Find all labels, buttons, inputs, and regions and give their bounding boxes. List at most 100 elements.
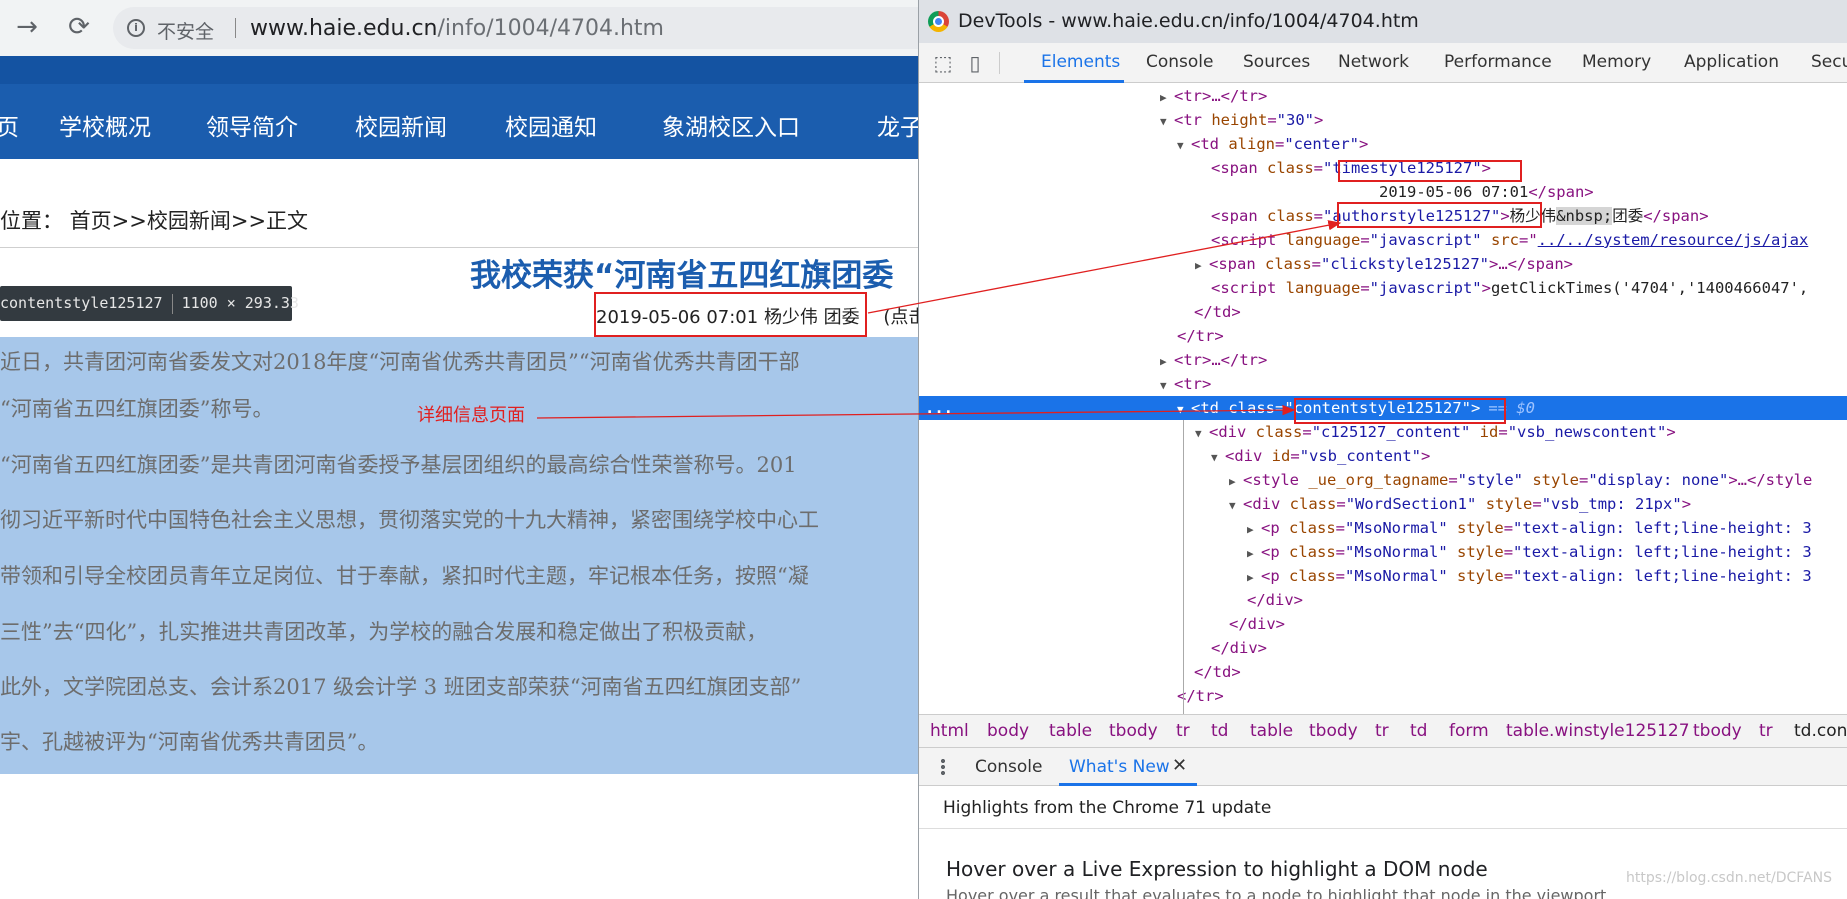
tab-elements[interactable]: Elements [1041, 52, 1120, 72]
crumb-td-selected[interactable]: td.cont [1794, 721, 1847, 741]
drawer-tab-whats-new[interactable]: What's New [1069, 757, 1170, 777]
dom-node[interactable]: ▶ <p class="MsoNormal" style="text-align:… [919, 564, 1847, 588]
crumb-table[interactable]: table [1049, 721, 1092, 741]
drawer-tab-console[interactable]: Console [975, 757, 1043, 777]
nav-item-xianghu-campus[interactable]: 象湖校区入口 [662, 108, 800, 142]
browser-page: → ⟳ i 不安全 www.haie.edu.cn/info/1004/4704… [0, 0, 918, 899]
dom-node[interactable]: ▼ <div class="WordSection1" style="vsb_tm… [919, 492, 1847, 516]
crumb-tbody[interactable]: tbody [1309, 721, 1358, 741]
highlight-timestyle [1338, 160, 1522, 182]
forward-arrow-icon[interactable]: → [12, 12, 42, 42]
dom-node[interactable]: ▶ <tr>…</tr> [919, 348, 1847, 372]
nav-item-school-overview[interactable]: 学校概况 [59, 108, 151, 142]
watermark: https://blog.csdn.net/DCFANS [1626, 870, 1833, 886]
crumb-tr[interactable]: tr [1759, 721, 1773, 741]
toolbar-separator [999, 52, 1000, 74]
dom-close-tag: </tr> [1177, 687, 1224, 705]
dom-node[interactable]: <script language="javascript">getClickTi… [919, 276, 1847, 300]
dom-close-tag: </div> [1211, 639, 1267, 657]
highlight-contentstyle [1294, 398, 1506, 424]
reload-icon[interactable]: ⟳ [64, 12, 94, 42]
dom-close-tag: </div> [1247, 591, 1303, 609]
paragraph: “河南省五四红旗团委”称号。 [0, 397, 274, 421]
insecure-label: 不安全 [157, 21, 215, 43]
crumb-winstyle-table[interactable]: table.winstyle125127 [1506, 721, 1690, 741]
dom-node[interactable]: ▶ <span class="clickstyle125127">…</span> [919, 252, 1847, 276]
active-tab-indicator [1024, 80, 1124, 83]
whats-new-subtitle: Highlights from the Chrome 71 update [943, 798, 1272, 818]
dom-node[interactable]: ▶ <tr>…</tr> [919, 84, 1847, 108]
dom-node[interactable]: ▼ <div id="vsb_content"> [919, 444, 1847, 468]
device-toggle-icon[interactable]: ▯ [963, 51, 987, 75]
crumb-tr[interactable]: tr [1375, 721, 1389, 741]
crumb-td[interactable]: td [1211, 721, 1228, 741]
whats-new-heading: Hover over a Live Expression to highligh… [946, 857, 1488, 881]
tab-console[interactable]: Console [1146, 52, 1214, 72]
crumb-table[interactable]: table [1250, 721, 1293, 741]
close-icon[interactable]: ✕ [1172, 755, 1187, 776]
dom-node[interactable]: ▶ <style _ue_org_tagname="style" style="d… [919, 468, 1847, 492]
dom-node[interactable]: ▶ <p class="MsoNormal" style="text-align:… [919, 516, 1847, 540]
nav-stripe [0, 56, 918, 84]
dom-node[interactable]: <script language="javascript" src="../..… [919, 228, 1847, 252]
crumb-tr[interactable]: tr [1176, 721, 1190, 741]
breadcrumb: 位置： 首页>>校园新闻>>正文 [0, 209, 309, 233]
tab-memory[interactable]: Memory [1582, 52, 1651, 72]
address-bar: → ⟳ i 不安全 www.haie.edu.cn/info/1004/4704… [0, 0, 918, 56]
crumb-form[interactable]: form [1449, 721, 1489, 741]
devtools-title: DevTools - www.haie.edu.cn/info/1004/470… [958, 10, 1419, 32]
site-nav-bar: 页 学校概况 领导简介 校园新闻 校园通知 象湖校区入口 龙子 [0, 56, 918, 159]
dom-close-tag: </td> [1194, 303, 1241, 321]
nav-item-leaders[interactable]: 领导简介 [206, 108, 298, 142]
paragraph: “河南省五四红旗团委”是共青团河南省委授予基层团组织的最高综合性荣誉称号。201 [0, 453, 797, 477]
crumb-tbody[interactable]: tbody [1693, 721, 1742, 741]
annotation-detail-page: 详细信息页面 [417, 405, 525, 426]
tab-performance[interactable]: Performance [1444, 52, 1552, 72]
dom-close-tag: </div> [1229, 615, 1285, 633]
crumb-td[interactable]: td [1410, 721, 1427, 741]
indent-guide [1183, 420, 1184, 714]
url-host: www.haie.edu.cn [250, 16, 438, 41]
dom-node[interactable]: ▶ <p class="MsoNormal" style="text-align:… [919, 540, 1847, 564]
whats-new-divider [919, 828, 1847, 829]
article-click-count: (点击： [883, 307, 918, 328]
crumb-body[interactable]: body [987, 721, 1029, 741]
paragraph: 带领和引导全校团员青年立足岗位、甘于奉献，紧扣时代主题，牢记根本任务，按照“凝 [0, 564, 809, 588]
url-text[interactable]: www.haie.edu.cn/info/1004/4704.htm [250, 16, 664, 41]
nav-item-campus-news[interactable]: 校园新闻 [355, 108, 447, 142]
paragraph: 彻习近平新时代中国特色社会主义思想，贯彻落实党的十九大精神，紧密围绕学校中心工 [0, 508, 819, 532]
url-path: /info/1004/4704.htm [437, 16, 664, 41]
tab-application[interactable]: Application [1684, 52, 1779, 72]
tab-sources[interactable]: Sources [1243, 52, 1310, 72]
tab-network[interactable]: Network [1338, 52, 1409, 72]
tooltip-size: 1100 × 293.33 [181, 294, 299, 312]
tab-security[interactable]: Secu [1811, 52, 1847, 72]
devtools-window: DevTools - www.haie.edu.cn/info/1004/470… [918, 0, 1847, 899]
devtools-title-bar: DevTools - www.haie.edu.cn/info/1004/470… [919, 0, 1847, 43]
paragraph: 此外，文学院团总支、会计系2017 级会计学 3 班团支部荣获“河南省五四红旗团… [0, 675, 802, 699]
paragraph: 近日，共青团河南省委发文对2018年度“河南省优秀共青团员”“河南省优秀共青团干… [0, 350, 800, 374]
dom-node[interactable]: ▼ <td align="center"> [919, 132, 1847, 156]
omnibox-separator [235, 18, 236, 38]
dom-close-tag: </td> [1194, 663, 1241, 681]
info-icon[interactable]: i [127, 19, 145, 37]
more-options-icon[interactable] [941, 758, 945, 776]
crumb-tbody[interactable]: tbody [1109, 721, 1158, 741]
dom-text: 2019-05-06 07:01</span> [1379, 183, 1594, 201]
omnibox[interactable]: i 不安全 www.haie.edu.cn/info/1004/4704.htm [113, 7, 918, 49]
dom-breadcrumbs: html body table tbody tr td table tbody … [919, 714, 1847, 748]
paragraph: 三性”去“四化”，扎实推进共青团改革，为学校的融合发展和稳定做出了积极贡献， [0, 620, 768, 644]
dom-node[interactable]: ▼ <tr> [919, 372, 1847, 396]
nav-item-longzi[interactable]: 龙子 [877, 108, 918, 142]
breadcrumb-divider [0, 247, 918, 248]
element-inspect-tooltip: contentstyle125127 1100 × 293.33 [0, 286, 299, 321]
dom-close-tag: </tr> [1177, 327, 1224, 345]
crumb-html[interactable]: html [930, 721, 969, 741]
inspect-element-icon[interactable]: ⬚ [931, 51, 955, 75]
meta-highlight-box [594, 292, 867, 337]
chrome-logo-icon [928, 11, 949, 32]
nav-item-home[interactable]: 页 [0, 108, 19, 142]
nav-item-campus-notice[interactable]: 校园通知 [505, 108, 597, 142]
dom-node[interactable]: ▼ <tr height="30"> [919, 108, 1847, 132]
drawer-tab-bar: Console What's New ✕ [919, 748, 1847, 786]
